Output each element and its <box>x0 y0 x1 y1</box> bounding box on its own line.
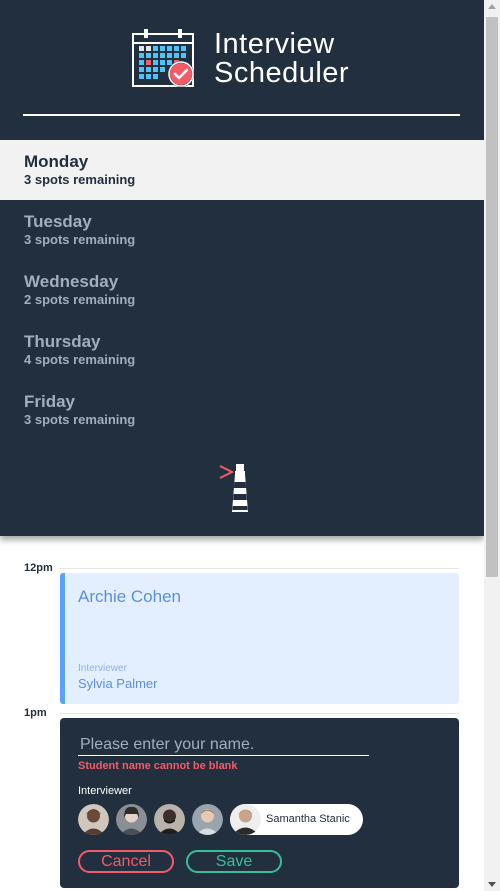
day-list: Monday 3 spots remaining Tuesday 3 spots… <box>0 140 484 440</box>
day-name: Friday <box>24 392 76 411</box>
calendar-check-icon <box>132 29 194 87</box>
interviewer-option[interactable] <box>116 804 147 835</box>
scroll-thumb[interactable] <box>486 17 498 577</box>
avatar <box>116 804 147 835</box>
selected-interviewer-name: Samantha Stanic <box>266 813 350 825</box>
scroll-up-arrow-icon[interactable] <box>488 4 496 9</box>
day-name: Tuesday <box>24 212 92 231</box>
student-name-input[interactable] <box>78 734 369 756</box>
sidebar-divider <box>23 114 460 116</box>
time-divider <box>60 713 459 714</box>
interviewer-option-selected[interactable]: Samantha Stanic <box>230 804 363 835</box>
sidebar: Interview Scheduler Monday 3 spots remai… <box>0 0 484 536</box>
day-list-item-friday[interactable]: Friday 3 spots remaining <box>0 380 484 440</box>
day-list-item-tuesday[interactable]: Tuesday 3 spots remaining <box>0 200 484 260</box>
avatar <box>78 804 109 835</box>
day-spots: 3 spots remaining <box>24 172 136 187</box>
lighthouse-icon <box>219 464 248 512</box>
day-list-item-wednesday[interactable]: Wednesday 2 spots remaining <box>0 260 484 320</box>
appointment-form: Student name cannot be blank Interviewer <box>60 718 459 888</box>
day-spots: 3 spots remaining <box>24 412 136 427</box>
day-spots: 3 spots remaining <box>24 232 136 247</box>
scroll-down-arrow-icon[interactable] <box>488 882 496 887</box>
interviewer-list-heading: Interviewer <box>78 785 132 797</box>
interviewer-caption: Interviewer <box>78 663 127 674</box>
app-title-line2: Scheduler <box>214 57 350 89</box>
interviewer-name: Sylvia Palmer <box>78 676 158 691</box>
avatar <box>230 804 261 835</box>
day-spots: 2 spots remaining <box>24 292 136 307</box>
day-spots: 4 spots remaining <box>24 352 136 367</box>
scrollbar[interactable] <box>484 0 500 891</box>
student-name: Archie Cohen <box>78 587 182 606</box>
app-title: Interview Scheduler <box>214 30 349 88</box>
time-divider <box>60 568 459 569</box>
interviewer-option[interactable] <box>192 804 223 835</box>
avatar <box>154 804 185 835</box>
avatar <box>192 804 223 835</box>
interviewer-option[interactable] <box>78 804 109 835</box>
cancel-button[interactable]: Cancel <box>78 850 174 873</box>
day-name: Thursday <box>24 332 101 351</box>
day-name: Monday <box>24 152 89 171</box>
appointment-card[interactable]: Archie Cohen Interviewer Sylvia Palmer <box>60 573 459 704</box>
interviewer-option[interactable] <box>154 804 185 835</box>
save-button[interactable]: Save <box>186 850 282 873</box>
validation-error: Student name cannot be blank <box>78 760 238 772</box>
app-title-line1: Interview <box>214 28 335 60</box>
day-list-item-thursday[interactable]: Thursday 4 spots remaining <box>0 320 484 380</box>
time-label: 1pm <box>24 707 47 719</box>
time-label: 12pm <box>24 562 53 574</box>
day-list-item-monday[interactable]: Monday 3 spots remaining <box>0 140 484 200</box>
day-name: Wednesday <box>24 272 119 291</box>
